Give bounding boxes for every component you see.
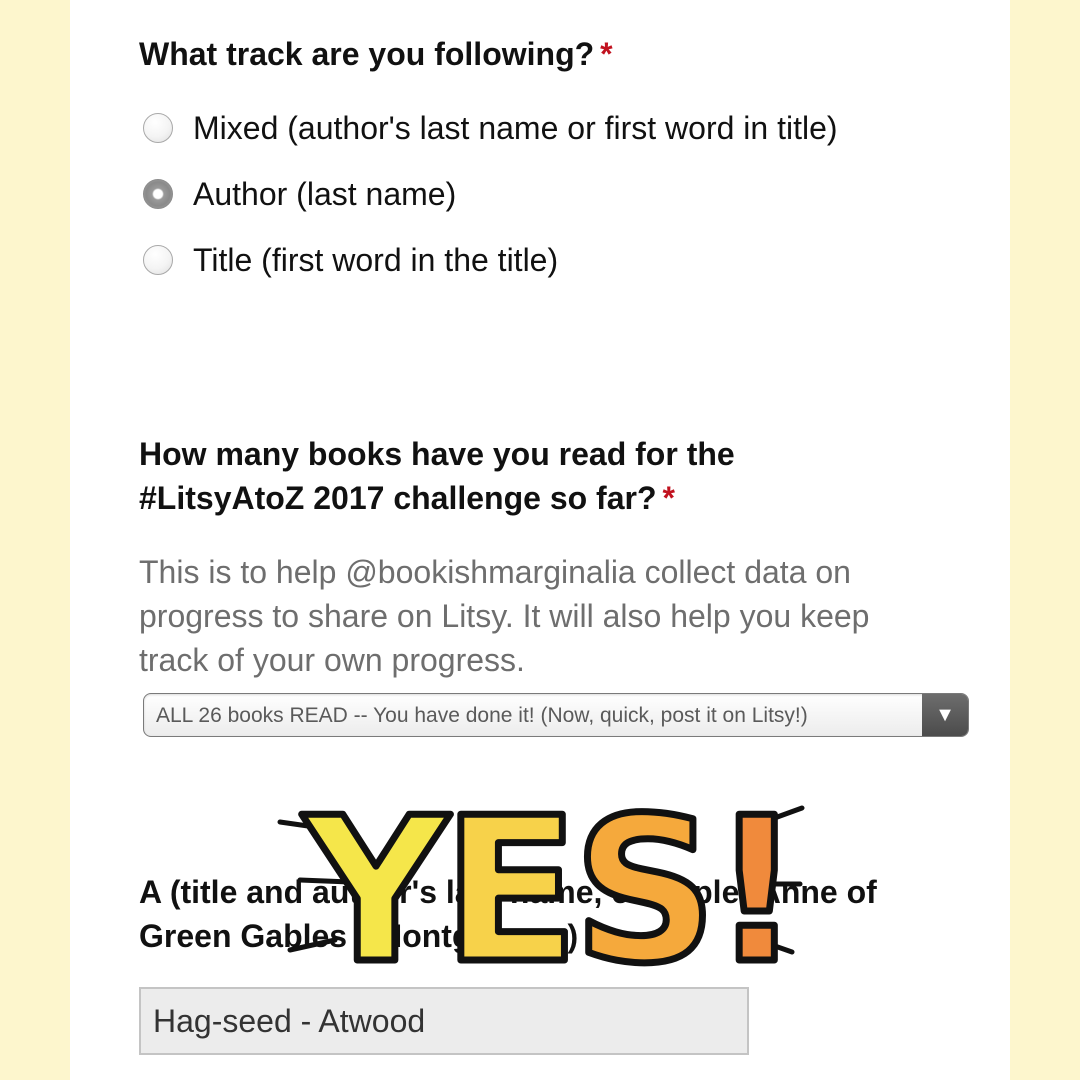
yes-letter-y: Y <box>302 780 451 980</box>
help-line-3: track of your own progress. <box>139 642 525 678</box>
books-count-select[interactable]: ALL 26 books READ -- You have done it! (… <box>143 693 969 737</box>
radio-button-mixed[interactable] <box>143 113 173 143</box>
yes-letter-s: S <box>573 780 711 980</box>
yes-sticker: YES! <box>277 780 806 980</box>
yes-text: YES! <box>302 780 797 980</box>
dropdown-arrow-icon[interactable]: ▼ <box>922 694 968 736</box>
yes-letter-e: E <box>442 780 573 980</box>
radio-label-mixed[interactable]: Mixed (author's last name or first word … <box>193 110 838 147</box>
radio-label-author[interactable]: Author (last name) <box>193 176 456 213</box>
track-question-label: What track are you following? * <box>139 32 613 76</box>
required-asterisk: * <box>600 36 613 72</box>
radio-option-author[interactable]: Author (last name) <box>143 174 456 214</box>
radio-button-title[interactable] <box>143 245 173 275</box>
track-question-text: What track are you following? <box>139 36 595 72</box>
select-value[interactable]: ALL 26 books READ -- You have done it! (… <box>156 694 808 736</box>
radio-option-mixed[interactable]: Mixed (author's last name or first word … <box>143 108 838 148</box>
a-book-input[interactable]: Hag-seed - Atwood <box>139 987 749 1055</box>
help-line-1: This is to help @bookishmarginalia colle… <box>139 554 851 590</box>
radio-option-title[interactable]: Title (first word in the title) <box>143 240 558 280</box>
books-question-line1: How many books have you read for the <box>139 436 735 472</box>
radio-label-title[interactable]: Title (first word in the title) <box>193 242 558 279</box>
radio-button-author[interactable] <box>143 179 173 209</box>
help-line-2: progress to share on Litsy. It will also… <box>139 598 870 634</box>
yes-letter-bang: ! <box>711 780 796 980</box>
required-asterisk: * <box>662 480 675 516</box>
books-help-text: This is to help @bookishmarginalia colle… <box>139 550 969 682</box>
books-question-label: How many books have you read for the #Li… <box>139 432 735 520</box>
books-question-line2: #LitsyAtoZ 2017 challenge so far? <box>139 480 657 516</box>
